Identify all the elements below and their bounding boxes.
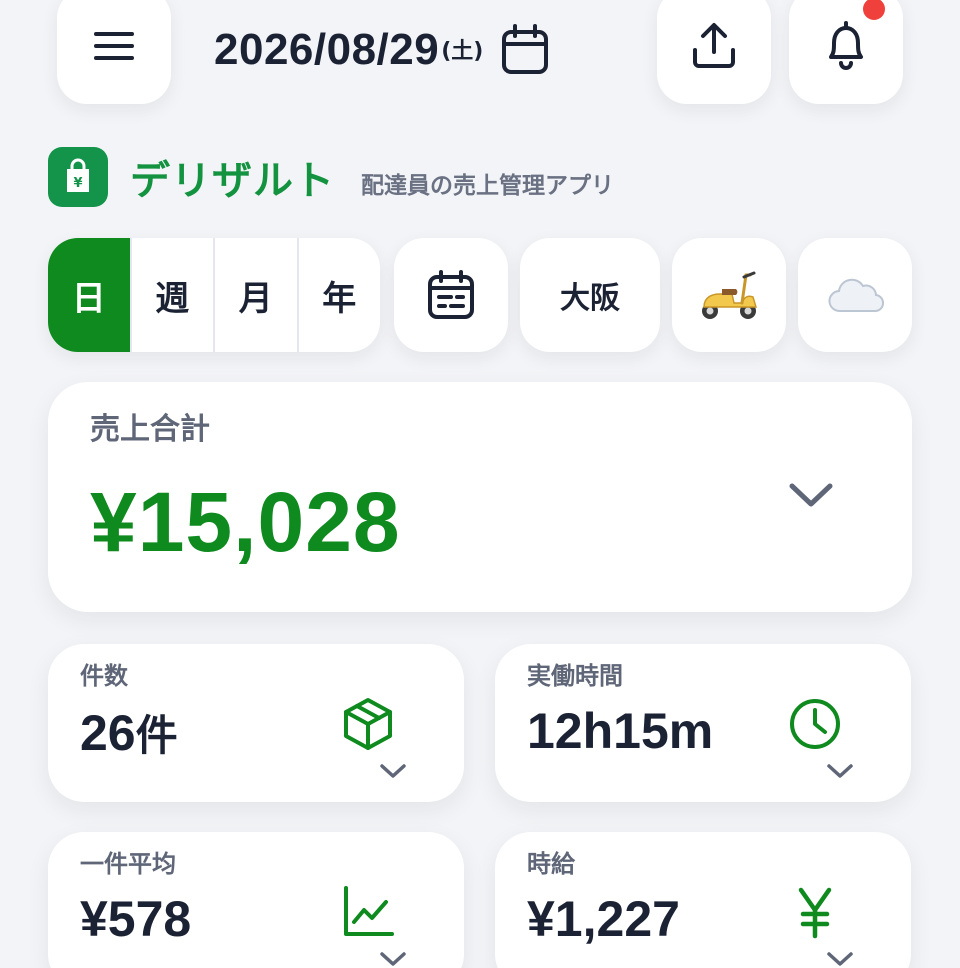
period-year-tab[interactable]: 年 [296,238,381,352]
sales-total-label: 売上合計 [90,412,210,447]
package-icon [344,698,392,750]
app-screen: 2026/08/29(土) ¥ デリザルト 配達員の売上管理アプリ 日 週 月 … [0,0,960,968]
calendar-range-button[interactable] [394,238,508,352]
app-tagline: 配達員の売上管理アプリ [361,173,614,199]
notifications-button[interactable] [789,0,903,104]
average-per-delivery-label: 一件平均 [80,850,176,878]
delivery-count-value: 26件 [80,702,178,763]
hourly-wage-value: ¥1,227 [527,891,680,947]
scooter-icon [702,271,758,319]
chevron-down-icon [789,483,833,507]
hourly-wage-card[interactable]: 時給 ¥1,227 [495,832,911,968]
vehicle-filter-button[interactable] [672,238,786,352]
chevron-down-icon [827,952,853,966]
period-day-tab[interactable]: 日 [48,238,130,352]
area-filter-button[interactable]: 大阪 [520,238,660,352]
menu-button[interactable] [57,0,171,104]
sales-total-value: ¥15,028 [90,475,401,569]
delivery-count-number: 26 [80,705,136,761]
share-button[interactable] [657,0,771,104]
date-selector[interactable]: 2026/08/29(土) [214,20,549,80]
shopping-bag-logo-icon: ¥ [67,158,89,192]
clock-icon [790,699,840,749]
line-chart-icon [344,886,394,936]
app-logo: ¥ [48,147,108,207]
menu-icon [94,32,134,60]
delivery-count-label: 件数 [80,662,128,690]
share-upload-icon [693,23,735,68]
current-date: 2026/08/29 [214,25,440,74]
yen-icon [798,887,832,939]
delivery-count-unit: 件 [135,711,178,760]
calendar-icon [502,24,549,74]
area-label: 大阪 [560,281,620,316]
calendar-list-icon [428,270,474,319]
chevron-down-icon [380,952,406,966]
brand-header: ¥ デリザルト 配達員の売上管理アプリ [48,146,614,208]
chevron-down-icon [827,764,853,778]
period-week-tab[interactable]: 週 [129,238,214,352]
period-month-tab[interactable]: 月 [213,238,297,352]
weather-filter-button[interactable] [798,238,912,352]
bell-icon [829,21,863,70]
logo-yen-mark: ¥ [73,176,82,191]
work-hours-card[interactable]: 実働時間 12h15m [495,644,911,802]
notification-badge [863,0,885,20]
current-weekday: (土) [441,39,484,64]
cloud-icon [828,278,884,313]
chevron-down-icon [380,764,406,778]
app-name: デリザルト [130,158,335,204]
average-per-delivery-value: ¥578 [80,891,192,947]
delivery-count-card[interactable]: 件数 26件 [48,644,464,802]
average-per-delivery-card[interactable]: 一件平均 ¥578 [48,832,464,968]
work-hours-value: 12h15m [527,703,714,759]
work-hours-label: 実働時間 [527,662,623,690]
period-segmented-control: 日 週 月 年 [48,238,380,352]
sales-total-card[interactable]: 売上合計 ¥15,028 [48,382,912,612]
hourly-wage-label: 時給 [527,850,575,878]
